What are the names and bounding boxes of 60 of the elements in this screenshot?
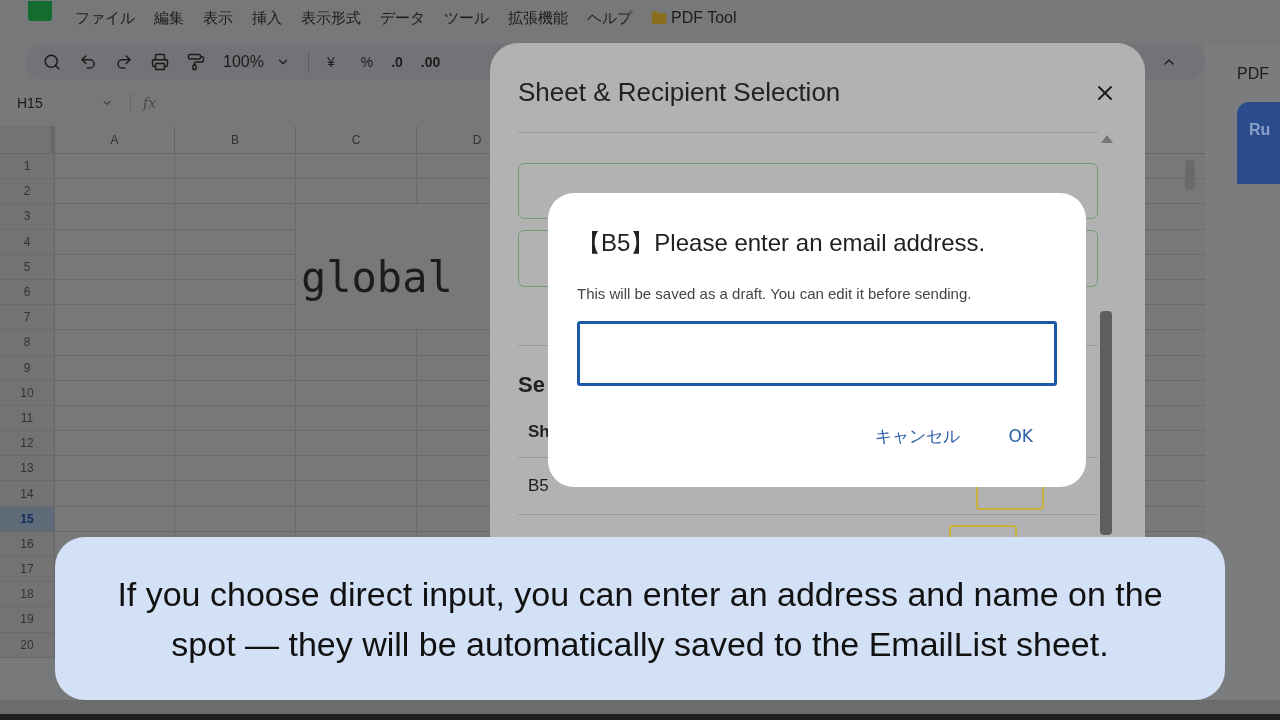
search-icon[interactable]	[43, 53, 61, 71]
ok-button[interactable]: OK	[1008, 423, 1033, 449]
row-header[interactable]: 12	[0, 431, 55, 456]
row-header[interactable]: 16	[0, 531, 55, 556]
prompt-hint: This will be saved as a draft. You can edit it before sending.	[577, 284, 973, 304]
section-heading: Se	[518, 371, 546, 399]
sheets-logo-icon[interactable]	[28, 1, 52, 21]
column-header[interactable]: A	[55, 126, 175, 153]
row-header[interactable]: 14	[0, 481, 55, 506]
menu-item[interactable]: 表示形式	[301, 6, 361, 30]
row-header[interactable]: 4	[0, 229, 55, 254]
menu-item[interactable]: ヘルプ	[587, 6, 632, 30]
menu-item[interactable]: ファイル	[75, 6, 135, 30]
menu-item[interactable]: PDF Tool	[671, 6, 737, 30]
menu-item[interactable]: データ	[380, 6, 425, 30]
table-cell-text: B5	[528, 474, 549, 497]
menu-item[interactable]: ツール	[444, 6, 489, 30]
currency-button[interactable]: ¥	[326, 51, 335, 73]
row-header[interactable]: 18	[0, 582, 55, 607]
row-header[interactable]: 13	[0, 456, 55, 481]
redo-icon[interactable]	[115, 53, 133, 71]
row-header[interactable]: 1	[0, 154, 55, 179]
menu-item[interactable]: 編集	[154, 6, 184, 30]
scrollbar-thumb[interactable]	[1100, 311, 1112, 535]
row-header[interactable]: 20	[0, 632, 55, 657]
row-header[interactable]: 19	[0, 607, 55, 632]
row-header[interactable]: 11	[0, 405, 55, 431]
row-header[interactable]: 15	[0, 506, 55, 531]
cancel-button[interactable]: キャンセル	[875, 423, 961, 449]
scroll-up-icon[interactable]	[1101, 135, 1113, 143]
column-header[interactable]: B	[175, 126, 296, 153]
row-header[interactable]: 5	[0, 254, 55, 279]
menu-item[interactable]: 拡張機能	[508, 6, 568, 30]
caption-text: If you choose direct input, you can enter an address and name on the spot ― they will be automatically saved to the EmailList sheet.	[117, 573, 1163, 665]
panel-title: PDF	[1237, 64, 1270, 84]
email-input[interactable]	[577, 320, 1057, 386]
row-header[interactable]: 8	[0, 330, 55, 355]
dialog-title: Sheet & Recipient Selection	[518, 76, 841, 109]
column-header[interactable]: C	[296, 126, 417, 153]
decrease-decimal-button[interactable]: .0	[391, 51, 403, 73]
increase-decimal-button[interactable]: .00	[420, 51, 441, 73]
table-header: Sh	[528, 421, 550, 443]
prompt-title: 【B5】Please enter an email address.	[577, 228, 987, 258]
percent-button[interactable]: %	[360, 51, 374, 73]
row-header[interactable]: 7	[0, 305, 55, 330]
print-icon[interactable]	[151, 53, 169, 71]
zoom-select[interactable]: 100%	[223, 50, 290, 74]
row-header[interactable]: 10	[0, 380, 55, 405]
folder-icon	[651, 10, 667, 26]
paint-format-icon[interactable]	[187, 53, 205, 71]
run-button[interactable]: Ru	[1237, 102, 1280, 184]
row-header[interactable]: 6	[0, 279, 55, 305]
menu-item[interactable]: 挿入	[252, 6, 282, 30]
row-header[interactable]: 3	[0, 204, 55, 229]
menu-item[interactable]: 表示	[203, 6, 233, 30]
row-header[interactable]: 2	[0, 179, 55, 204]
row-header[interactable]: 9	[0, 355, 55, 380]
name-box[interactable]: H15	[17, 92, 113, 114]
undo-icon[interactable]	[79, 53, 97, 71]
row-header[interactable]: 17	[0, 557, 55, 582]
